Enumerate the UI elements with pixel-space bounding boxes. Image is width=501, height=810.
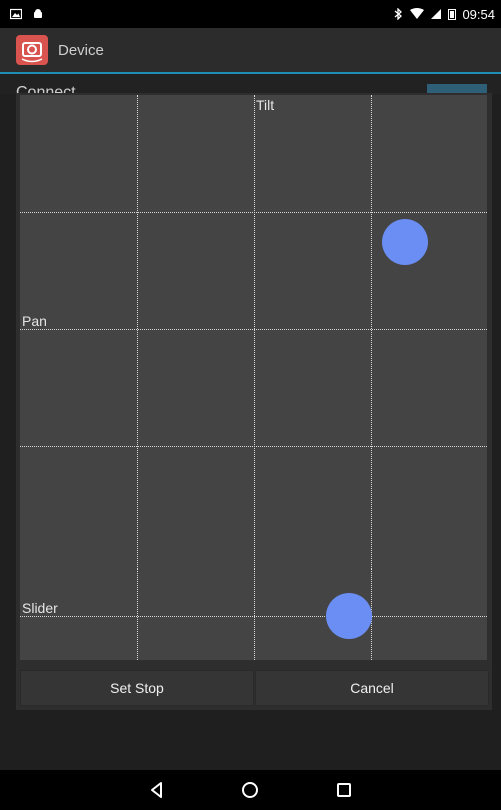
app-bar: Device [0, 28, 501, 74]
recents-icon[interactable] [332, 778, 356, 802]
camera-icon[interactable] [16, 35, 48, 65]
app-title: Device [58, 41, 104, 59]
pan-label: Pan [22, 313, 47, 329]
pan-axis-line [20, 329, 487, 330]
set-stop-button[interactable]: Set Stop [20, 670, 254, 706]
tilt-label: Tilt [256, 97, 275, 113]
cancel-button[interactable]: Cancel [255, 670, 489, 706]
battery-icon [448, 9, 457, 20]
back-icon[interactable] [145, 778, 169, 802]
gallery-icon [10, 8, 22, 20]
dialog-button-row: Set Stop Cancel [16, 670, 492, 706]
status-time: 09:54 [462, 6, 495, 22]
grid-line-vertical [137, 568, 138, 660]
bluetooth-icon [395, 8, 403, 20]
grid-line-vertical [254, 568, 255, 660]
slider-pad[interactable]: Slider [20, 568, 487, 660]
home-icon[interactable] [238, 778, 262, 802]
slider-label: Slider [22, 600, 58, 616]
grid-line-horizontal [20, 212, 487, 213]
grid-line-horizontal [20, 446, 487, 447]
pan-tilt-handle[interactable] [382, 219, 428, 265]
navigation-bar [0, 770, 501, 810]
slider-axis-line [20, 616, 487, 617]
slider-handle[interactable] [326, 593, 372, 639]
signal-icon [431, 9, 442, 19]
status-bar: 09:54 [0, 0, 501, 28]
wifi-icon [410, 8, 425, 19]
pan-tilt-dialog: Tilt Pan Slider Set Stop Cancel [16, 93, 492, 710]
android-icon [34, 9, 42, 18]
